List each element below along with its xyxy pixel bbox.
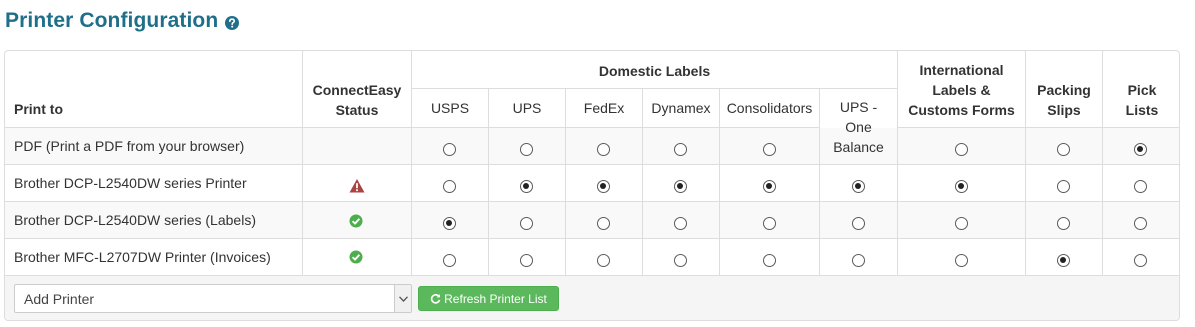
radio-packing-slips[interactable] bbox=[1056, 179, 1070, 193]
row-label-brother-dcp-labels: Brother DCP-L2540DW series (Labels) bbox=[14, 212, 256, 228]
radio-pick-lists[interactable] bbox=[1133, 216, 1147, 230]
grid-line bbox=[819, 88, 820, 276]
printer-table-panel: Print to ConnectEasy Status Domestic Lab… bbox=[4, 50, 1180, 321]
radio-usps[interactable] bbox=[442, 142, 456, 156]
grid-line bbox=[411, 88, 897, 89]
radio-pick-lists[interactable] bbox=[1133, 253, 1147, 267]
header-packing-line1: Packing bbox=[1037, 82, 1091, 98]
grid-line bbox=[5, 275, 1179, 276]
radio-ups-one-balance[interactable] bbox=[851, 253, 865, 267]
radio-usps[interactable] bbox=[442, 216, 456, 230]
header-pick-line1: Pick bbox=[1127, 82, 1157, 98]
radio-usps[interactable] bbox=[442, 179, 456, 193]
radio-ups-one-balance[interactable] bbox=[851, 216, 865, 230]
radio-usps[interactable] bbox=[442, 253, 456, 267]
grid-line bbox=[411, 51, 412, 276]
header-status-line2: Status bbox=[335, 102, 379, 118]
radio-ups[interactable] bbox=[519, 253, 533, 267]
grid-line bbox=[897, 127, 1179, 128]
chevron-down-icon[interactable] bbox=[394, 285, 411, 312]
radio-dynamex[interactable] bbox=[673, 216, 687, 230]
grid-line bbox=[5, 164, 1179, 165]
row-label-brother-dcp-printer: Brother DCP-L2540DW series Printer bbox=[14, 175, 247, 191]
radio-dynamex[interactable] bbox=[673, 142, 687, 156]
page-header: Printer Configuration bbox=[5, 6, 240, 36]
radio-ups-one-balance[interactable] bbox=[851, 179, 865, 193]
radio-pick-lists[interactable] bbox=[1133, 142, 1147, 156]
grid-line bbox=[5, 238, 1179, 239]
radio-packing-slips[interactable] bbox=[1056, 216, 1070, 230]
add-printer-select[interactable]: Add Printer bbox=[14, 284, 412, 313]
radio-ups[interactable] bbox=[519, 179, 533, 193]
radio-international[interactable] bbox=[954, 253, 968, 267]
radio-packing-slips[interactable] bbox=[1056, 142, 1070, 156]
grid-line bbox=[5, 127, 411, 128]
header-pick-line2: Lists bbox=[1125, 102, 1159, 118]
refresh-button-label: Refresh Printer List bbox=[444, 291, 547, 306]
header-international-line3: Customs Forms bbox=[908, 102, 1015, 118]
radio-ups[interactable] bbox=[519, 216, 533, 230]
header-ups-one-balance-line1: UPS - bbox=[839, 99, 878, 115]
radio-ups[interactable] bbox=[519, 142, 533, 156]
radio-fedex[interactable] bbox=[596, 253, 610, 267]
row-label-pdf: PDF (Print a PDF from your browser) bbox=[14, 138, 245, 154]
header-dynamex: Dynamex bbox=[651, 100, 711, 116]
header-status-line1: ConnectEasy bbox=[312, 82, 402, 98]
check-circle-icon bbox=[349, 214, 363, 228]
header-international-line1: International bbox=[919, 62, 1004, 78]
warning-icon bbox=[349, 179, 365, 193]
question-circle-icon[interactable] bbox=[225, 16, 240, 30]
radio-dynamex[interactable] bbox=[673, 179, 687, 193]
radio-international[interactable] bbox=[954, 216, 968, 230]
radio-international[interactable] bbox=[954, 179, 968, 193]
radio-fedex[interactable] bbox=[596, 179, 610, 193]
header-ups-one-balance-line3: Balance bbox=[833, 139, 884, 155]
radio-dynamex[interactable] bbox=[673, 253, 687, 267]
page-title: Printer Configuration bbox=[5, 9, 219, 32]
header-international-line2: Labels & bbox=[932, 82, 991, 98]
row-label-brother-mfc-invoices: Brother MFC-L2707DW Printer (Invoices) bbox=[14, 249, 271, 265]
refresh-icon bbox=[430, 293, 441, 304]
header-print-to: Print to bbox=[14, 101, 63, 117]
radio-packing-slips[interactable] bbox=[1056, 253, 1070, 267]
radio-fedex[interactable] bbox=[596, 142, 610, 156]
header-ups-one-balance-line2: One bbox=[845, 119, 872, 135]
radio-international[interactable] bbox=[954, 142, 968, 156]
header-usps: USPS bbox=[430, 100, 470, 116]
radio-consolidators[interactable] bbox=[762, 142, 776, 156]
header-packing-line2: Slips bbox=[1047, 102, 1081, 118]
header-fedex: FedEx bbox=[583, 100, 625, 116]
check-circle-icon bbox=[349, 250, 363, 264]
radio-consolidators[interactable] bbox=[762, 253, 776, 267]
header-domestic-labels: Domestic Labels bbox=[598, 63, 711, 79]
grid-line bbox=[411, 127, 819, 128]
radio-consolidators[interactable] bbox=[762, 179, 776, 193]
header-consolidators: Consolidators bbox=[726, 100, 813, 116]
header-ups: UPS bbox=[512, 100, 542, 116]
grid-line bbox=[5, 201, 1179, 202]
refresh-printer-list-button[interactable]: Refresh Printer List bbox=[418, 286, 559, 311]
radio-pick-lists[interactable] bbox=[1133, 179, 1147, 193]
radio-fedex[interactable] bbox=[596, 216, 610, 230]
add-printer-select-value: Add Printer bbox=[24, 291, 95, 307]
radio-consolidators[interactable] bbox=[762, 216, 776, 230]
